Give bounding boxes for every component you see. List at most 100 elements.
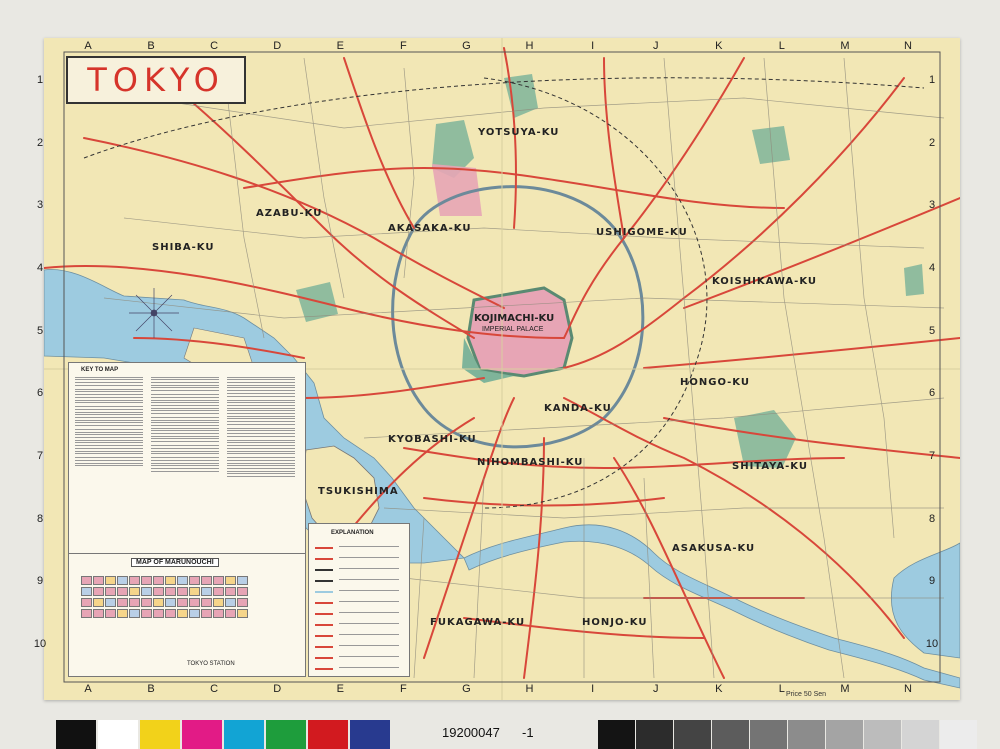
legend-text	[339, 579, 399, 580]
marunouchi-block	[177, 587, 188, 596]
tokyo-station-label: TOKYO STATION	[187, 661, 235, 667]
grid-letter-c: C	[210, 40, 219, 52]
marunouchi-block	[225, 609, 236, 618]
key-entry	[151, 433, 219, 435]
marunouchi-block	[117, 598, 128, 607]
grid-number-4: 4	[36, 262, 44, 274]
marunouchi-block	[93, 609, 104, 618]
grid-letter-l: L	[778, 40, 785, 52]
marunouchi-block	[213, 609, 224, 618]
key-section	[149, 445, 223, 455]
marunouchi-block	[117, 576, 128, 585]
key-column	[73, 375, 147, 469]
color-patch	[224, 720, 264, 749]
marunouchi-block	[129, 587, 140, 596]
key-section	[149, 457, 223, 472]
grid-number-9: 9	[928, 575, 936, 588]
grid-letter-a: A	[84, 683, 92, 695]
key-entry	[151, 438, 219, 440]
marunouchi-block	[213, 598, 224, 607]
grid-letter-h: H	[525, 40, 534, 52]
key-entry	[151, 430, 219, 432]
grid-number-2: 2	[928, 136, 936, 149]
grid-letter-g: G	[462, 683, 471, 695]
marunouchi-block	[105, 609, 116, 618]
key-entry	[227, 439, 295, 441]
grid-number-8: 8	[928, 512, 936, 525]
key-entry	[227, 470, 295, 472]
key-entry	[227, 435, 295, 437]
catalog-suffix: -1	[522, 725, 534, 740]
key-entry	[227, 447, 295, 449]
ward-label: KOISHIKAWA-KU	[712, 276, 818, 287]
marunouchi-block	[201, 576, 212, 585]
legend-text	[339, 590, 399, 591]
marunouchi-block	[153, 598, 164, 607]
grid-number-5: 5	[36, 324, 44, 337]
key-entry	[151, 416, 219, 418]
grid-letter-f: F	[400, 40, 407, 52]
key-entry	[151, 376, 219, 378]
key-entry	[151, 404, 219, 406]
legend-row	[315, 654, 405, 662]
key-entry	[227, 382, 295, 384]
key-entry	[75, 442, 143, 444]
ward-label: YOTSUYA-KU	[478, 127, 560, 138]
marunouchi-block	[225, 598, 236, 607]
key-entry	[151, 457, 219, 459]
key-entry	[151, 410, 219, 412]
legend-row	[315, 632, 405, 640]
key-section	[225, 457, 299, 477]
key-title: KEY TO MAP	[81, 367, 119, 373]
key-entry	[151, 384, 219, 386]
color-patch	[182, 720, 222, 749]
key-entry	[227, 399, 295, 401]
grid-number-5: 5	[928, 324, 936, 337]
key-section	[73, 388, 147, 404]
key-entry	[151, 427, 219, 429]
marunouchi-block	[237, 587, 248, 596]
grid-letter-n: N	[904, 40, 912, 52]
key-entry	[151, 459, 219, 461]
key-entry	[75, 445, 143, 447]
marunouchi-block	[177, 598, 188, 607]
key-section	[225, 427, 299, 437]
key-entry	[75, 379, 143, 381]
key-entry	[75, 453, 143, 455]
ward-label: AZABU-KU	[256, 208, 323, 219]
key-entry	[151, 402, 219, 404]
grid-letter-f: F	[400, 683, 407, 695]
key-entry	[151, 450, 219, 452]
key-entry	[227, 418, 295, 420]
marunouchi-block	[93, 587, 104, 596]
key-entry	[227, 392, 295, 394]
marunouchi-block	[189, 587, 200, 596]
grid-letter-e: E	[336, 683, 344, 695]
map-title: TOKYO	[87, 61, 225, 99]
legend-text	[339, 601, 399, 602]
key-entry	[151, 447, 219, 449]
legend-swatch	[315, 613, 333, 615]
ward-label: ASAKUSA-KU	[672, 543, 756, 554]
marunouchi-block	[117, 609, 128, 618]
key-entry	[227, 407, 295, 409]
legend-swatch	[315, 635, 333, 637]
legend-swatch	[315, 547, 333, 549]
grid-letter-k: K	[715, 683, 723, 695]
legend-swatch	[315, 569, 333, 571]
grey-patch	[826, 720, 863, 749]
grey-patch	[750, 720, 787, 749]
key-entry	[75, 459, 143, 461]
key-column	[225, 375, 299, 480]
explanation-title: EXPLANATION	[331, 530, 374, 536]
grey-patch	[864, 720, 901, 749]
key-entry	[75, 399, 143, 401]
marunouchi-block	[189, 598, 200, 607]
legend-text	[339, 568, 399, 569]
key-entry	[75, 447, 143, 449]
ward-label: USHIGOME-KU	[596, 227, 688, 238]
key-section	[149, 394, 223, 414]
key-entry	[151, 387, 219, 389]
marunouchi-block	[81, 609, 92, 618]
grid-number-9: 9	[36, 575, 44, 588]
